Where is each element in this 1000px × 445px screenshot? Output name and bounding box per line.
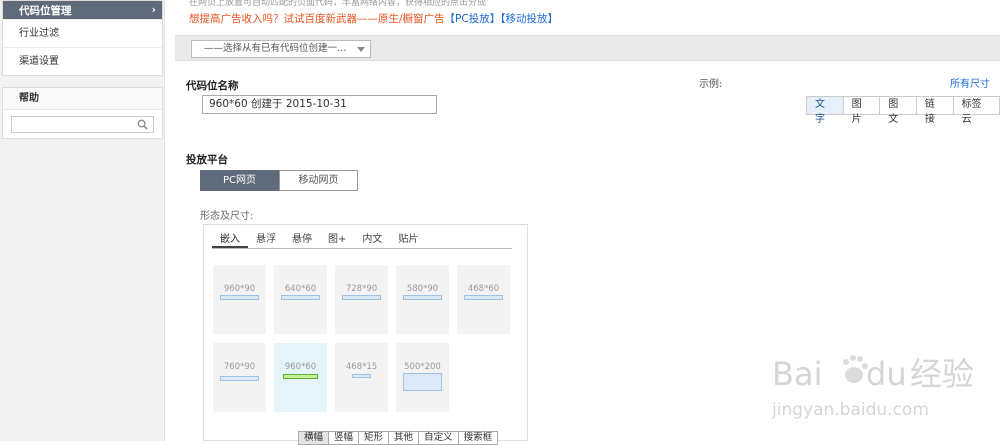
- filter-rectangle[interactable]: 矩形: [358, 431, 390, 445]
- tab-image-text[interactable]: 图文: [880, 97, 917, 125]
- example-label: 示例:: [699, 79, 723, 90]
- tab-image[interactable]: 图片: [843, 97, 881, 125]
- filter-vertical[interactable]: 竖幅: [328, 431, 360, 445]
- size-label: 960*90: [223, 284, 256, 294]
- size-preview-bar: [220, 295, 259, 300]
- tab-hover[interactable]: 悬停: [284, 233, 320, 248]
- intro-text: 在网页上放置可自动匹配的页面代码，丰富网络内容，获得相应的点击分成: [189, 0, 487, 8]
- size-preview-bar: [352, 374, 371, 378]
- filter-banner[interactable]: 横幅: [298, 431, 330, 445]
- sidebar-header-label: 代码位管理: [19, 4, 72, 17]
- size-tile-468x15[interactable]: 468*15: [335, 343, 388, 412]
- size-tile-640x60[interactable]: 640*60: [274, 265, 327, 334]
- copy-from-select[interactable]: ——选择从有已有代码位创建一…: [191, 40, 371, 58]
- filter-search-box[interactable]: 搜索框: [457, 431, 499, 445]
- sidebar: 代码位管理 › 行业过滤 渠道设置 帮助: [0, 0, 165, 441]
- tab-tag-cloud[interactable]: 标签云: [953, 97, 1000, 125]
- size-label: 500*200: [404, 362, 441, 372]
- size-preview-bar: [342, 295, 381, 300]
- shape-size-label: 形态及尺寸:: [200, 211, 254, 222]
- promo-text: 想提高广告收入吗？试试百度新武器——原生/橱窗广告: [189, 13, 445, 25]
- copy-from-bar: ——选择从有已有代码位创建一…: [175, 35, 1000, 61]
- size-label: 640*60: [284, 284, 317, 294]
- size-label: 468*60: [467, 284, 500, 294]
- pc-promo-link[interactable]: 【PC投放】: [445, 13, 501, 25]
- code-name-label: 代码位名称: [186, 80, 239, 92]
- size-tile-960x60[interactable]: 960*60: [274, 343, 327, 412]
- size-preview-bar: [403, 295, 442, 300]
- paw-logo: [843, 355, 868, 383]
- code-name-input[interactable]: 960*60 创建于 2015-10-31: [202, 95, 437, 114]
- size-tile-500x200[interactable]: 500*200: [396, 343, 449, 412]
- sidebar-item-code-management[interactable]: 代码位管理 ›: [3, 1, 162, 19]
- size-preview-bar: [403, 373, 442, 391]
- watermark-brand: Bai: [772, 355, 822, 393]
- chevron-down-icon: [357, 47, 365, 52]
- tab-overlay[interactable]: 贴片: [390, 233, 426, 248]
- size-label: 580*90: [406, 284, 439, 294]
- size-tile-760x90[interactable]: 760*90: [213, 343, 266, 412]
- size-preview-bar: [220, 376, 259, 381]
- watermark-url: jingyan.baidu.com: [771, 400, 929, 420]
- size-tile-960x90[interactable]: 960*90: [213, 265, 266, 334]
- copy-from-value: ——选择从有已有代码位创建一…: [204, 43, 347, 54]
- help-title: 帮助: [3, 88, 162, 110]
- size-preview-bar: [281, 295, 320, 300]
- size-preview-bar: [464, 295, 503, 300]
- size-tile-468x60[interactable]: 468*60: [457, 265, 510, 334]
- sidebar-item-channel-settings[interactable]: 渠道设置: [3, 47, 162, 75]
- tab-image-plus[interactable]: 图+: [320, 233, 354, 248]
- form-tabs: 嵌入 悬浮 悬停 图+ 内文 贴片: [212, 233, 512, 249]
- all-sizes-link[interactable]: 所有尺寸: [950, 75, 990, 90]
- size-filter-tabs: 横幅 竖幅 矩形 其他 自定义 搜索框: [298, 431, 499, 445]
- size-label: 960*60: [284, 362, 317, 372]
- size-tile-728x90[interactable]: 728*90: [335, 265, 388, 334]
- help-search-input[interactable]: [11, 116, 154, 133]
- example-type-tabs: 文字 图片 图文 链接 标签云: [806, 96, 1000, 125]
- watermark-brand-2: du: [866, 355, 907, 393]
- sidebar-item-label: 渠道设置: [19, 56, 59, 67]
- tab-inline-text[interactable]: 内文: [354, 233, 390, 248]
- tab-embed[interactable]: 嵌入: [212, 233, 248, 248]
- mobile-promo-link[interactable]: 【移动投放】: [500, 13, 558, 25]
- chevron-right-icon: ›: [151, 4, 156, 16]
- sidebar-item-industry-filter[interactable]: 行业过滤: [3, 19, 162, 47]
- size-tile-580x90[interactable]: 580*90: [396, 265, 449, 334]
- code-management-card: 代码位管理 › 行业过滤 渠道设置: [2, 0, 163, 76]
- platform-label: 投放平台: [186, 154, 228, 166]
- filter-custom[interactable]: 自定义: [418, 431, 459, 445]
- platform-toggle: PC网页 移动网页: [200, 170, 358, 191]
- promo-line: 想提高广告收入吗？试试百度新武器——原生/橱窗广告【PC投放】【移动投放】: [189, 11, 558, 26]
- pc-web-button[interactable]: PC网页: [200, 170, 279, 191]
- size-label: 760*90: [223, 362, 256, 372]
- size-label: 728*90: [345, 284, 378, 294]
- search-icon[interactable]: [137, 119, 148, 130]
- ad-form-panel: 嵌入 悬浮 悬停 图+ 内文 贴片 960*90 640*60 728*90 5…: [203, 224, 528, 445]
- size-label: 468*15: [345, 362, 378, 372]
- tab-float[interactable]: 悬浮: [248, 233, 284, 248]
- sidebar-item-label: 行业过滤: [19, 28, 59, 39]
- watermark-cn: 经验: [910, 355, 974, 393]
- help-card: 帮助: [2, 87, 163, 139]
- filter-other[interactable]: 其他: [388, 431, 420, 445]
- tab-text[interactable]: 文字: [807, 97, 844, 125]
- baidu-jingyan-watermark: Bai du 经验 jingyan.baidu.com: [771, 355, 974, 420]
- mobile-web-button[interactable]: 移动网页: [279, 170, 358, 191]
- size-preview-bar: [283, 374, 318, 379]
- tab-link[interactable]: 链接: [916, 97, 954, 125]
